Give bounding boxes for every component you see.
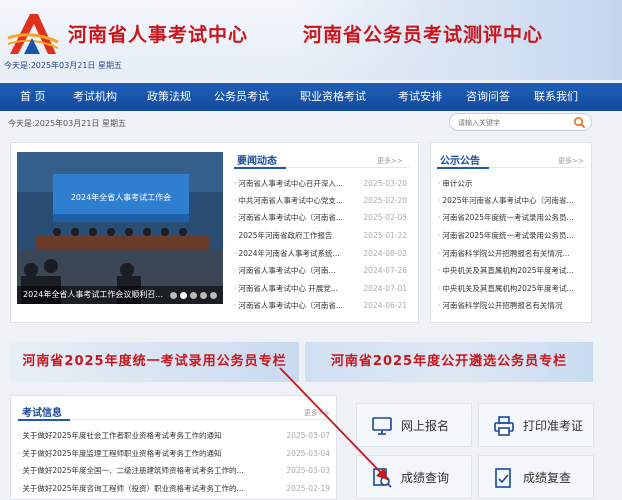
nav-item-schedule[interactable]: 考试安排 — [398, 83, 442, 111]
site-title-left: 河南省人事考试中心 — [68, 24, 249, 46]
nav-item-exam-institution[interactable]: 考试机构 — [73, 83, 117, 111]
divider — [286, 167, 409, 168]
news-item-1[interactable]: · 河南省人事考试中心召开深入... 2025-03-20 — [234, 178, 407, 189]
printer-icon — [494, 416, 514, 436]
site-banner: 河南省人事考试中心 河南省公务员考试测评中心 今天是:2025年03月21日 星… — [0, 0, 622, 80]
divider — [489, 167, 585, 168]
main-nav: 首 页 考试机构 政策法规 公务员考试 职业资格考试 考试安排 咨询问答 联系我… — [0, 83, 622, 111]
print-ticket-label: 打印准考证 — [523, 419, 584, 433]
news-title: 要闻动态 — [237, 156, 277, 167]
carousel-dot[interactable] — [210, 292, 217, 299]
nav-item-contact[interactable]: 联系我们 — [534, 83, 578, 111]
score-review-label: 成绩复查 — [523, 471, 572, 485]
promo-left-label: 河南省2025年度统一考试录用公务员专栏 — [22, 354, 287, 369]
notice-more-link[interactable]: 更多>> — [558, 156, 584, 166]
score-review-button[interactable]: 成绩复查 — [478, 455, 594, 499]
annotation-arrow — [279, 367, 389, 481]
search-icon[interactable] — [573, 116, 586, 129]
carousel-dots — [170, 292, 217, 299]
search-input[interactable] — [458, 117, 568, 128]
nav-item-policy[interactable]: 政策法规 — [147, 83, 191, 111]
document-check-icon — [495, 468, 511, 488]
news-item-6[interactable]: · 河南省人事考试中心（河南... 2024-07-26 — [234, 265, 407, 276]
news-item-4[interactable]: · 2025年河南省政府工作报告 2025-01-22 — [234, 230, 407, 241]
nav-item-home[interactable]: 首 页 — [20, 83, 46, 111]
carousel-dot[interactable] — [170, 292, 177, 299]
nav-item-qualification[interactable]: 职业资格考试 — [300, 83, 366, 111]
notice-item-1[interactable]: · 审计公示 — [438, 178, 586, 189]
banner-date: 今天是:2025年03月21日 星期五 — [4, 61, 122, 70]
news-item-3[interactable]: · 河南省人事考试中心（河南省... 2025-02-05 — [234, 212, 407, 223]
news-item-7[interactable]: · 河南省人事考试中心 开展党... 2024-07-01 — [234, 283, 407, 294]
news-photo-carousel[interactable]: 2024年全省人事考试工作会 2024年全省人事考试工作会议顺利召... — [17, 152, 223, 304]
notice-title-underline — [437, 167, 489, 169]
site-title-right: 河南省公务员考试测评中心 — [303, 24, 544, 46]
exam-info-underline — [18, 419, 70, 421]
news-more-link[interactable]: 更多>> — [377, 156, 403, 166]
carousel-dot[interactable] — [180, 292, 187, 299]
news-item-2[interactable]: · 中共河南省人事考试中心党支... 2025-02-20 — [234, 195, 407, 206]
promo-banner-left[interactable]: 河南省2025年度统一考试录用公务员专栏 — [10, 342, 299, 382]
conference-photo — [17, 152, 223, 304]
search-box — [449, 113, 592, 131]
notice-item-6[interactable]: · 中央机关及其直属机构2025年度考试... — [438, 265, 586, 276]
nav-item-faq[interactable]: 咨询问答 — [466, 83, 510, 111]
notice-item-4[interactable]: · 河南省2025年度统一考试录用公务员... — [438, 230, 586, 241]
notice-item-5[interactable]: · 河南省科学院公开招聘报名有关情况... — [438, 248, 586, 259]
carousel-dot[interactable] — [190, 292, 197, 299]
notice-item-3[interactable]: · 河南省2025年度统一考试录用公务员... — [438, 212, 586, 223]
carousel-dot[interactable] — [200, 292, 207, 299]
exam-info-title: 考试信息 — [22, 408, 62, 419]
news-item-8[interactable]: · 河南省人事考试中心（河南省... 2024-06-21 — [234, 300, 407, 311]
notice-item-7[interactable]: · 中央机关及其直属机构2025年度考试... — [438, 283, 586, 294]
notice-item-2[interactable]: · 2025年河南省人事考试中心（河南省... — [438, 195, 586, 206]
print-ticket-button[interactable]: 打印准考证 — [478, 403, 594, 447]
site-logo-icon[interactable] — [4, 8, 60, 58]
news-title-underline — [234, 167, 286, 169]
news-item-5[interactable]: · 2024年河南省人事考试系统... 2024-08-02 — [234, 248, 407, 259]
nav-item-civil-servant[interactable]: 公务员考试 — [214, 83, 269, 111]
photo-banner-text: 2024年全省人事考试工作会 — [70, 193, 172, 202]
notice-title: 公示公告 — [440, 156, 480, 167]
notice-item-8[interactable]: · 河南省科学院公开招聘报名有关情况 — [438, 300, 586, 311]
today-date: 今天是:2025年03月21日 星期五 — [8, 119, 126, 128]
